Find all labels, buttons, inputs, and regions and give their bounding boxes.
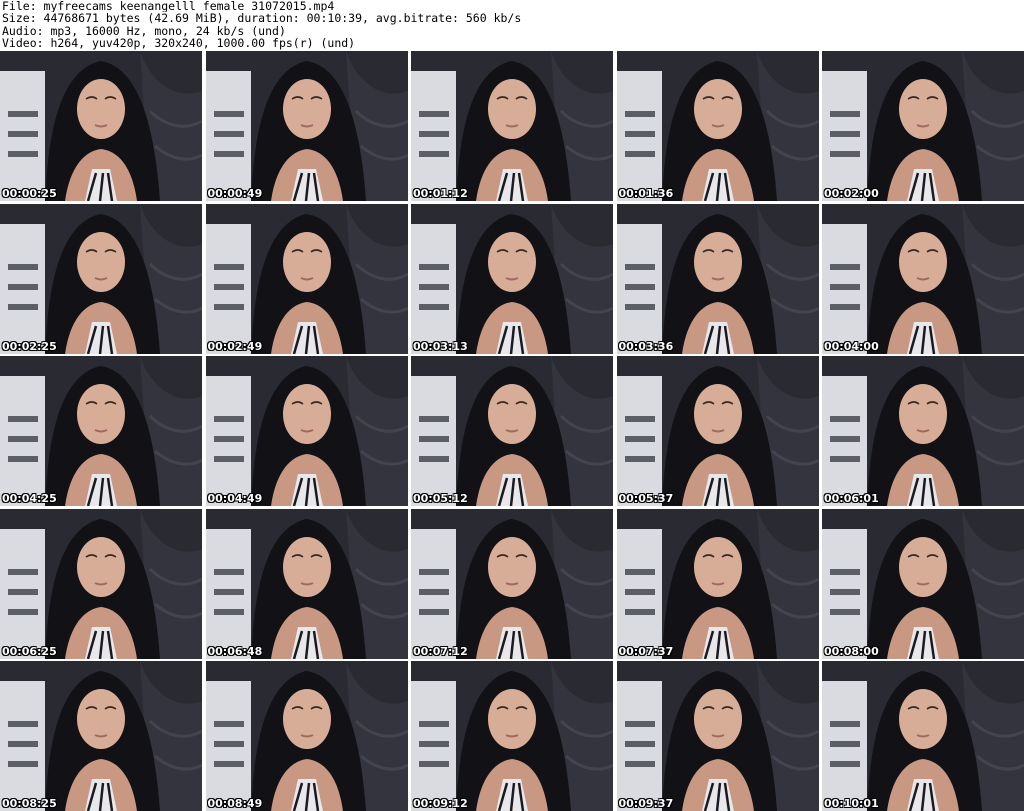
thumbnail-timestamp: 00:04:25 xyxy=(2,492,57,505)
thumbnail-grid: 00:00:25 00:00:49 00:01:12 00:01:36 00:0… xyxy=(0,51,1024,811)
video-thumbnail: 00:04:49 xyxy=(205,356,408,506)
thumbnail-timestamp: 00:01:12 xyxy=(413,187,468,200)
file-size-line: Size: 44768671 bytes (42.69 MiB), durati… xyxy=(2,12,522,25)
video-info-line: Video: h264, yuv420p, 320x240, 1000.00 f… xyxy=(2,37,356,50)
video-frame-image xyxy=(205,508,408,659)
video-frame-image xyxy=(205,356,408,506)
video-thumbnail: 00:01:12 xyxy=(411,51,613,201)
video-frame-image xyxy=(616,661,819,811)
video-frame-image xyxy=(822,356,1024,506)
video-thumbnail: 00:02:49 xyxy=(205,203,408,354)
video-frame-image xyxy=(205,203,408,354)
video-thumbnail: 00:09:37 xyxy=(616,661,819,811)
video-thumbnail: 00:03:36 xyxy=(616,203,819,354)
video-info-header: File: myfreecams_keenangelll_female_3107… xyxy=(2,0,1022,50)
video-frame-image xyxy=(822,203,1024,354)
video-thumbnail: 00:10:01 xyxy=(822,661,1024,811)
thumbnail-timestamp: 00:03:36 xyxy=(618,339,674,353)
thumbnail-timestamp: 00:08:25 xyxy=(2,797,57,810)
video-frame-image xyxy=(411,356,613,506)
video-frame-image xyxy=(411,51,613,201)
thumbnail-timestamp: 00:05:37 xyxy=(618,492,674,505)
thumbnail-timestamp: 00:02:00 xyxy=(824,187,879,200)
video-thumbnail: 00:08:00 xyxy=(822,508,1024,659)
video-thumbnail: 00:04:00 xyxy=(822,203,1024,354)
video-frame-image xyxy=(616,51,819,201)
video-frame-image xyxy=(0,203,202,354)
thumbnail-timestamp: 00:04:00 xyxy=(824,339,879,353)
video-thumbnail: 00:07:37 xyxy=(616,508,819,659)
video-frame-image xyxy=(822,661,1024,811)
video-thumbnail: 00:01:36 xyxy=(616,51,819,201)
video-thumbnail: 00:05:37 xyxy=(616,356,819,506)
video-thumbnail: 00:05:12 xyxy=(411,356,613,506)
video-frame-image xyxy=(0,508,202,659)
video-frame-image xyxy=(822,51,1024,201)
thumbnail-timestamp: 00:08:49 xyxy=(207,797,263,810)
thumbnail-timestamp: 00:02:49 xyxy=(207,339,263,353)
video-thumbnail: 00:00:25 xyxy=(0,51,202,201)
thumbnail-timestamp: 00:08:00 xyxy=(824,644,879,658)
video-frame-image xyxy=(0,661,202,811)
thumbnail-timestamp: 00:02:25 xyxy=(2,339,57,353)
thumbnail-timestamp: 00:09:12 xyxy=(413,797,468,810)
thumbnail-timestamp: 00:01:36 xyxy=(618,187,674,200)
video-thumbnail: 00:08:49 xyxy=(205,661,408,811)
video-frame-image xyxy=(205,51,408,201)
video-thumbnail: 00:09:12 xyxy=(411,661,613,811)
video-thumbnail: 00:06:01 xyxy=(822,356,1024,506)
video-thumbnail: 00:07:12 xyxy=(411,508,613,659)
video-frame-image xyxy=(616,356,819,506)
video-frame-image xyxy=(0,51,202,201)
video-thumbnail: 00:08:25 xyxy=(0,661,202,811)
thumbnail-timestamp: 00:06:25 xyxy=(2,644,57,658)
video-frame-image xyxy=(616,508,819,659)
video-frame-image xyxy=(822,508,1024,659)
audio-info-line: Audio: mp3, 16000 Hz, mono, 24 kb/s (und… xyxy=(2,24,286,38)
video-frame-image xyxy=(205,661,408,811)
thumbnail-timestamp: 00:03:13 xyxy=(413,339,468,353)
thumbnail-timestamp: 00:10:01 xyxy=(824,797,879,810)
thumbnail-timestamp: 00:07:12 xyxy=(413,644,468,658)
video-thumbnail: 00:04:25 xyxy=(0,356,202,506)
file-name-line: File: myfreecams_keenangelll_female_3107… xyxy=(2,0,335,13)
video-thumbnail: 00:02:25 xyxy=(0,203,202,354)
thumbnail-timestamp: 00:05:12 xyxy=(413,492,468,505)
video-thumbnail: 00:06:48 xyxy=(205,508,408,659)
thumbnail-timestamp: 00:04:49 xyxy=(207,492,263,505)
thumbnail-timestamp: 00:09:37 xyxy=(618,797,674,810)
thumbnail-timestamp: 00:00:25 xyxy=(2,187,57,200)
thumbnail-timestamp: 00:06:01 xyxy=(824,492,879,505)
video-frame-image xyxy=(616,203,819,354)
video-thumbnail: 00:02:00 xyxy=(822,51,1024,201)
video-frame-image xyxy=(411,203,613,354)
thumbnail-timestamp: 00:00:49 xyxy=(207,187,263,200)
video-frame-image xyxy=(411,661,613,811)
video-frame-image xyxy=(411,508,613,659)
video-thumbnail: 00:00:49 xyxy=(205,51,408,201)
thumbnail-timestamp: 00:06:48 xyxy=(207,644,263,658)
video-frame-image xyxy=(0,356,202,506)
thumbnail-timestamp: 00:07:37 xyxy=(618,644,674,658)
video-thumbnail: 00:06:25 xyxy=(0,508,202,659)
video-thumbnail: 00:03:13 xyxy=(411,203,613,354)
